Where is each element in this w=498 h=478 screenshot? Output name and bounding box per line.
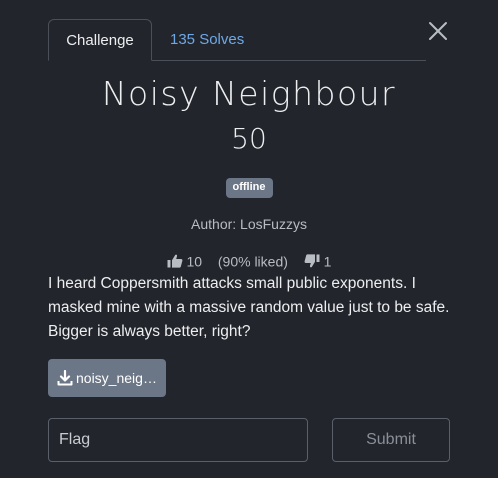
vote-summary: 10 (90% liked) 1 xyxy=(0,252,498,269)
challenge-title: Noisy Neighbour xyxy=(101,74,397,113)
challenge-points: 50 xyxy=(231,122,267,155)
dislikes-count: 1 xyxy=(323,253,332,270)
thumbs-down-icon[interactable] xyxy=(304,254,320,268)
liked-percent: (90% liked) xyxy=(217,253,288,270)
tab-bar: Challenge 135 Solves xyxy=(48,19,426,61)
submit-button[interactable]: Submit xyxy=(332,418,450,462)
download-icon xyxy=(57,369,73,386)
status-badge-container: offline xyxy=(0,177,498,198)
download-file-button[interactable]: noisy_neig… xyxy=(48,359,166,397)
likes-count: 10 xyxy=(186,253,203,270)
close-button[interactable] xyxy=(428,21,448,41)
challenge-author: Author: LosFuzzys xyxy=(191,216,307,232)
close-icon xyxy=(429,22,447,40)
challenge-modal: Challenge 135 Solves Noisy Neighbour 50 … xyxy=(0,0,498,478)
file-name: noisy_neig… xyxy=(76,370,157,386)
thumbs-up-icon[interactable] xyxy=(167,254,183,268)
tab-challenge[interactable]: Challenge xyxy=(48,19,152,61)
status-badge: offline xyxy=(225,178,273,198)
flag-input[interactable] xyxy=(48,418,308,462)
challenge-description: I heard Coppersmith attacks small public… xyxy=(48,275,450,340)
tab-solves[interactable]: 135 Solves xyxy=(170,19,244,60)
